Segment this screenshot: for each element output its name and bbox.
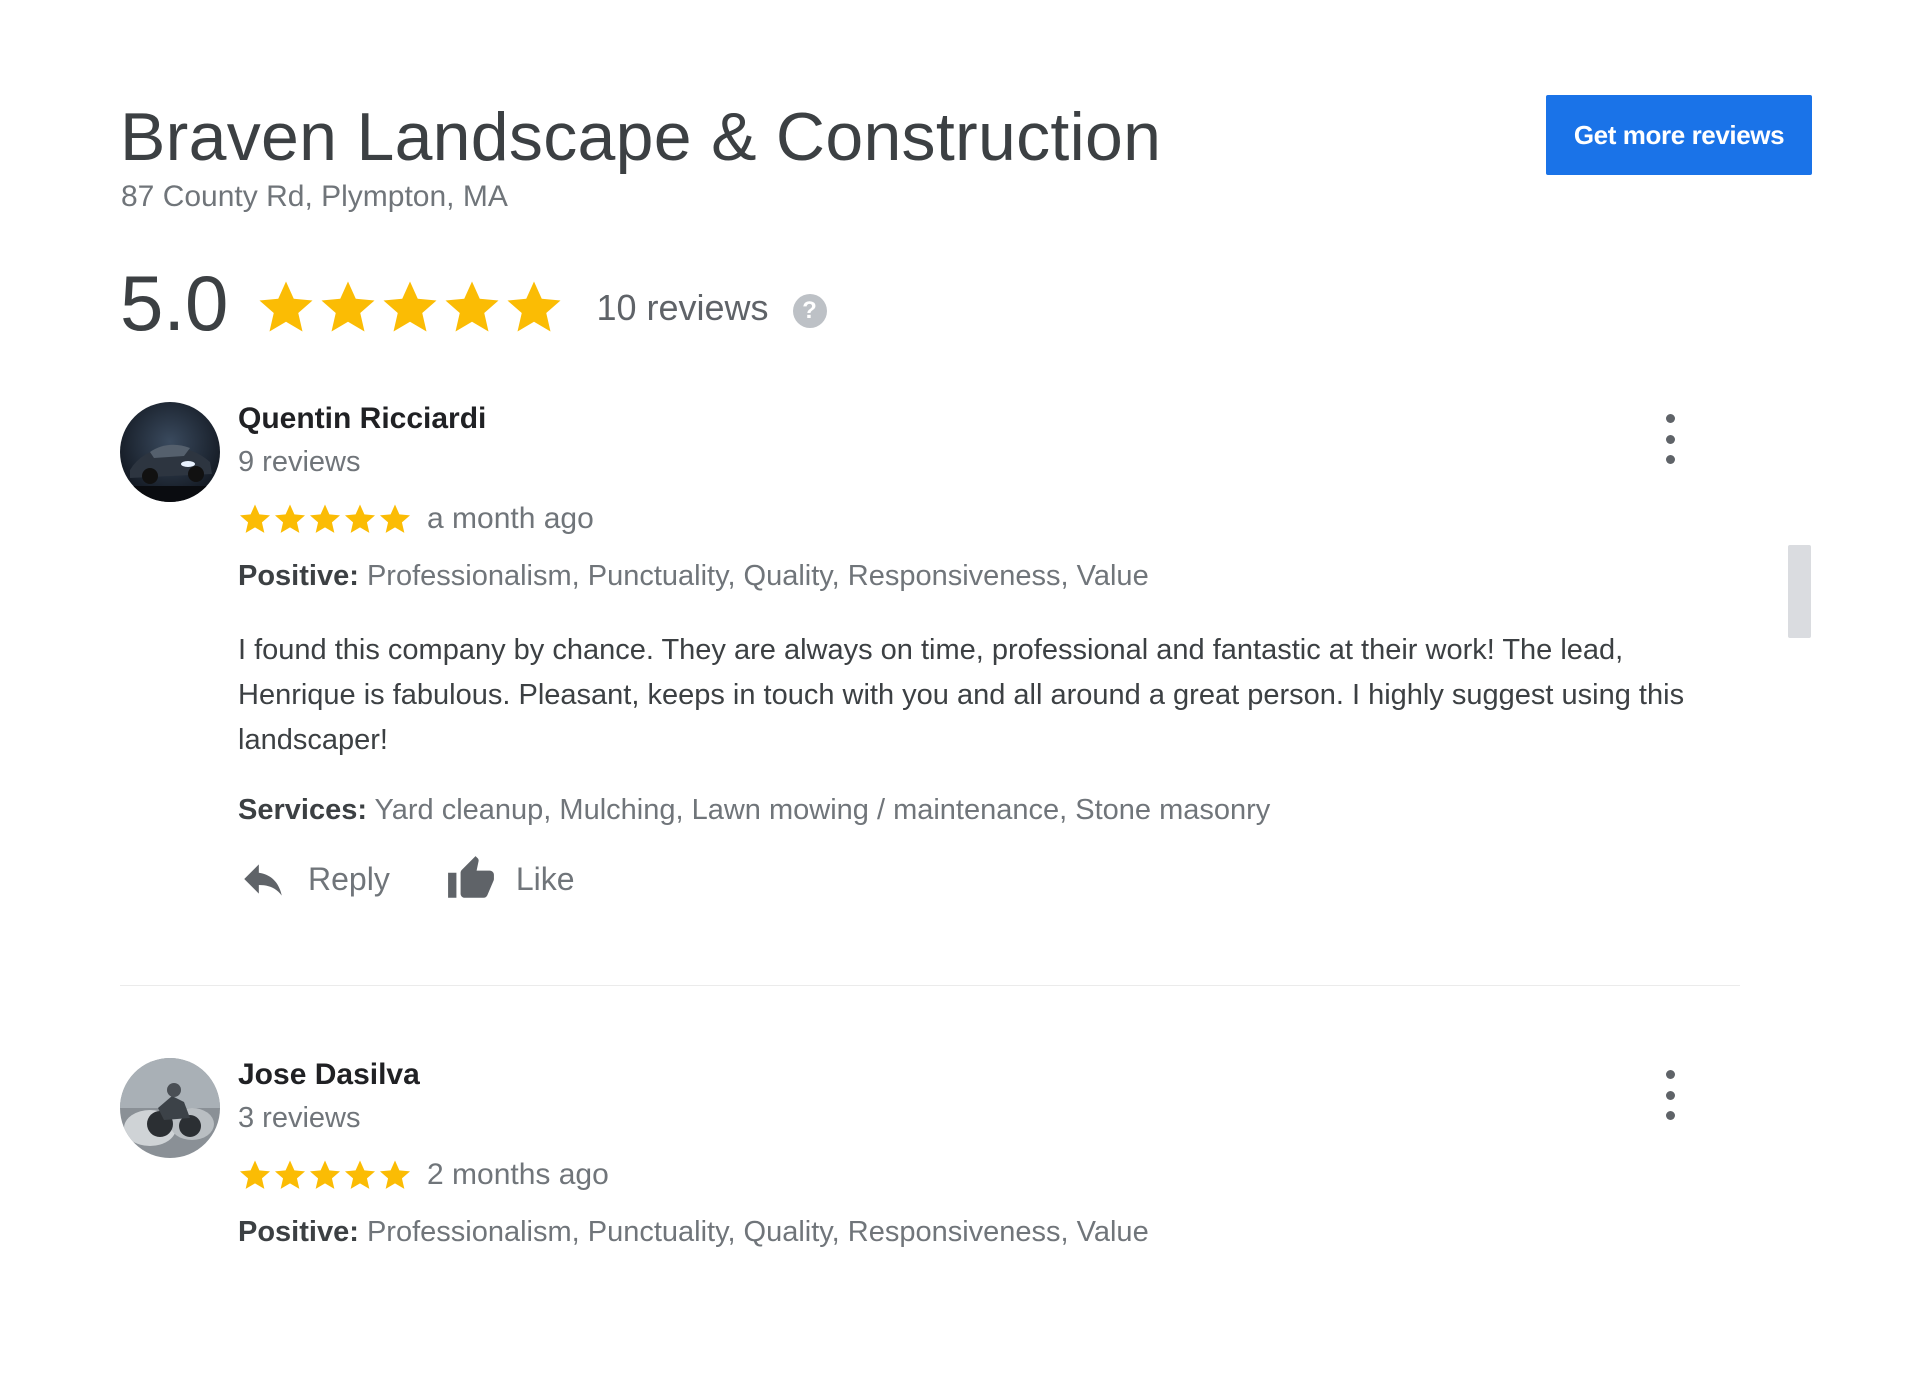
star-icon [239, 1160, 271, 1189]
avatar-car-photo-icon [120, 402, 220, 502]
star-icon [274, 1160, 306, 1189]
services-values: Yard cleanup, Mulching, Lawn mowing / ma… [374, 794, 1271, 826]
review-stars [238, 1158, 413, 1192]
positive-label: Positive: [238, 1216, 359, 1248]
avatar[interactable] [120, 1058, 220, 1158]
review-rating: 2 months ago [238, 1158, 609, 1192]
reviewer-name[interactable]: Quentin Ricciardi [238, 402, 486, 436]
star-icon [445, 281, 499, 332]
positive-attributes: Positive: Professionalism, Punctuality, … [238, 560, 1149, 593]
star-icon [344, 1160, 376, 1189]
star-icon [259, 281, 313, 332]
services-attributes: Services: Yard cleanup, Mulching, Lawn m… [238, 794, 1270, 827]
review-date: 2 months ago [427, 1158, 609, 1191]
reviews-page: Braven Landscape & Construction 87 Count… [0, 0, 1920, 1373]
reviewer-name[interactable]: Jose Dasilva [238, 1058, 420, 1092]
star-icon [274, 504, 306, 533]
reviewer-review-count: 3 reviews [238, 1102, 361, 1134]
review-stars [238, 502, 413, 536]
like-button[interactable]: Like [446, 854, 575, 904]
positive-attributes: Positive: Professionalism, Punctuality, … [238, 1216, 1149, 1249]
business-name: Braven Landscape & Construction [120, 99, 1162, 175]
rating-value: 5.0 [120, 258, 229, 347]
review-divider [120, 985, 1740, 986]
thumbs-up-icon [447, 856, 494, 898]
positive-values: Professionalism, Punctuality, Quality, R… [366, 1216, 1149, 1248]
star-icon [309, 504, 341, 533]
reply-button[interactable]: Reply [238, 854, 390, 904]
review-rating: a month ago [238, 502, 594, 536]
star-icon [344, 504, 376, 533]
positive-label: Positive: [238, 560, 359, 592]
star-icon [239, 504, 271, 533]
review-date: a month ago [427, 502, 594, 535]
help-icon[interactable]: ? [792, 294, 827, 328]
avatar[interactable] [120, 402, 220, 502]
positive-values: Professionalism, Punctuality, Quality, R… [366, 560, 1149, 592]
services-label: Services: [238, 794, 367, 826]
reviewer-review-count: 9 reviews [238, 446, 361, 478]
star-icon [379, 504, 411, 533]
review-actions: Reply Like [238, 854, 631, 904]
avatar-motorcycle-photo-icon [120, 1058, 220, 1158]
star-icon [383, 281, 437, 332]
reply-label: Reply [308, 860, 390, 897]
more-options-icon[interactable] [1650, 414, 1690, 464]
review-text: I found this company by chance. They are… [238, 634, 1685, 756]
business-address: 87 County Rd, Plympton, MA [121, 180, 508, 213]
like-label: Like [515, 860, 575, 897]
get-more-reviews-button[interactable]: Get more reviews [1546, 95, 1812, 175]
star-icon [507, 281, 561, 332]
star-icon [379, 1160, 411, 1189]
rating-stars [256, 277, 566, 337]
star-icon [321, 281, 375, 332]
overall-rating: 5.0 10 reviews ? [120, 258, 827, 348]
scrollbar-thumb[interactable] [1788, 545, 1811, 638]
total-review-count: 10 reviews [596, 287, 769, 328]
star-icon [309, 1160, 341, 1189]
reply-icon [244, 864, 282, 896]
more-options-icon[interactable] [1650, 1070, 1690, 1120]
